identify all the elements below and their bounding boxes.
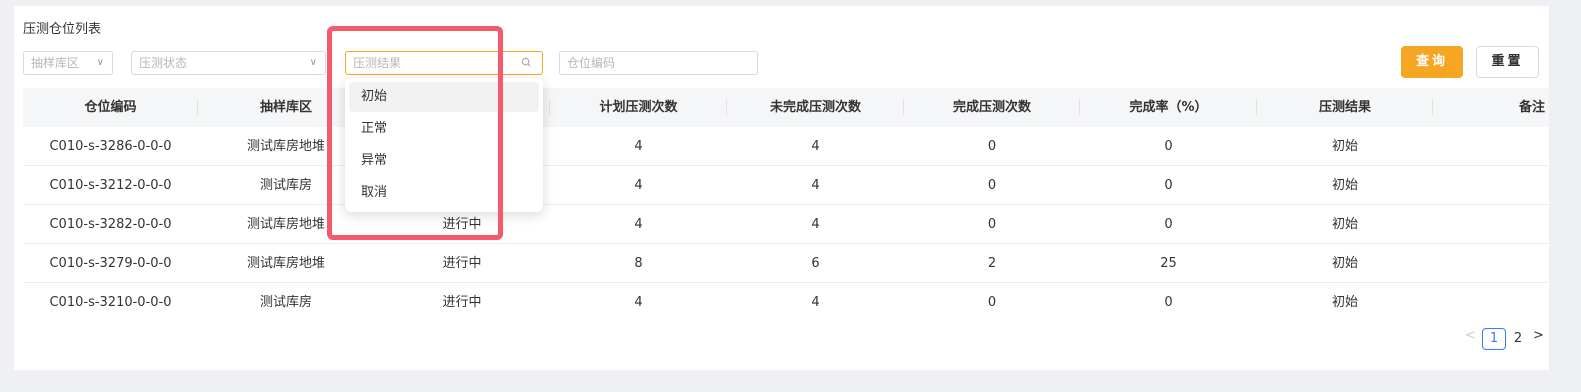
column-header: 压测结果 bbox=[1257, 88, 1433, 127]
pagination-page-2[interactable]: 2 bbox=[1511, 328, 1525, 350]
cell-rate: 0 bbox=[1164, 217, 1173, 232]
cell-rate: 0 bbox=[1164, 139, 1173, 154]
cell-finished: 0 bbox=[987, 178, 997, 193]
cell-unfinished: 4 bbox=[811, 178, 820, 193]
reset-button[interactable]: 重置 bbox=[1476, 46, 1539, 78]
column-header: 完成压测次数 bbox=[904, 88, 1080, 127]
cell-location-code: C010-s-3279-0-0-0 bbox=[49, 256, 172, 271]
column-header: 仓位编码 bbox=[23, 88, 198, 127]
cell-planned: 4 bbox=[634, 139, 643, 154]
cell-location-code: C010-s-3286-0-0-0 bbox=[49, 139, 172, 154]
table-row[interactable]: C010-s-3279-0-0-0 测试库房地堆 进行中 8 6 2 25 初始 bbox=[23, 244, 1549, 283]
pagination-page-current[interactable]: 1 bbox=[1482, 328, 1506, 350]
status-select[interactable]: 压测状态 ∨ bbox=[131, 51, 326, 75]
chevron-down-icon: ∨ bbox=[309, 57, 317, 68]
cell-rate: 25 bbox=[1160, 256, 1177, 271]
cell-finished: 0 bbox=[987, 295, 997, 310]
cell-planned: 4 bbox=[634, 217, 643, 232]
location-code-input[interactable]: 仓位编码 bbox=[559, 51, 758, 75]
status-select-placeholder: 压测状态 bbox=[139, 56, 188, 70]
cell-planned: 4 bbox=[634, 295, 643, 310]
cell-unfinished: 4 bbox=[811, 139, 820, 154]
cell-finished: 2 bbox=[987, 256, 997, 271]
cell-status: 进行中 bbox=[442, 295, 482, 310]
column-header: 计划压测次数 bbox=[550, 88, 727, 127]
area-select[interactable]: 抽样库区 ∨ bbox=[23, 51, 113, 75]
cell-unfinished: 4 bbox=[811, 217, 820, 232]
cell-location-code: C010-s-3282-0-0-0 bbox=[49, 217, 172, 232]
table-row[interactable]: C010-s-3210-0-0-0 测试库房 进行中 4 4 0 0 初始 bbox=[23, 283, 1549, 310]
column-header: 未完成压测次数 bbox=[727, 88, 904, 127]
search-icon bbox=[521, 57, 531, 67]
cell-area: 测试库房地堆 bbox=[246, 256, 325, 271]
cell-location-code: C010-s-3212-0-0-0 bbox=[49, 178, 172, 193]
chevron-down-icon: ∨ bbox=[96, 57, 104, 68]
annotation-highlight-box bbox=[327, 26, 503, 240]
cell-result: 初始 bbox=[1331, 139, 1358, 154]
cell-finished: 0 bbox=[987, 217, 997, 232]
cell-result: 初始 bbox=[1331, 178, 1358, 193]
cell-status: 进行中 bbox=[442, 256, 482, 271]
cell-finished: 0 bbox=[987, 139, 997, 154]
content-panel: 压测仓位列表 抽样库区 ∨ 压测状态 ∨ 压测结果 仓位编码 查询 重置 仓位编… bbox=[14, 6, 1549, 370]
cell-result: 初始 bbox=[1331, 295, 1358, 310]
table-row[interactable]: C010-s-3282-0-0-0 测试库房地堆 进行中 4 4 0 0 初始 bbox=[23, 205, 1549, 244]
page-title: 压测仓位列表 bbox=[23, 22, 102, 37]
table-header: 仓位编码 抽样库区 计划压测次数 未完成压测次数 完成压测次数 完成率（%） 压… bbox=[23, 88, 1549, 127]
table-row[interactable]: C010-s-3212-0-0-0 测试库房 4 4 0 0 初始 bbox=[23, 166, 1549, 205]
cell-area: 测试库房 bbox=[259, 295, 312, 310]
cell-location-code: C010-s-3210-0-0-0 bbox=[49, 295, 172, 310]
column-header: 备注 bbox=[1518, 100, 1545, 115]
cell-planned: 4 bbox=[634, 178, 643, 193]
pagination-prev-button[interactable]: < bbox=[1465, 328, 1476, 343]
column-header: 完成率（%） bbox=[1080, 88, 1257, 127]
cell-planned: 8 bbox=[634, 256, 643, 271]
cell-unfinished: 6 bbox=[811, 256, 820, 271]
cell-result: 初始 bbox=[1331, 256, 1358, 271]
query-button[interactable]: 查询 bbox=[1401, 46, 1463, 78]
location-code-placeholder: 仓位编码 bbox=[567, 56, 616, 70]
cell-rate: 0 bbox=[1164, 295, 1173, 310]
cell-unfinished: 4 bbox=[811, 295, 820, 310]
cell-rate: 0 bbox=[1164, 178, 1173, 193]
pagination-next-button[interactable]: > bbox=[1533, 328, 1544, 343]
table-row[interactable]: C010-s-3286-0-0-0 测试库房地堆 4 4 0 0 初始 bbox=[23, 127, 1549, 166]
cell-result: 初始 bbox=[1331, 217, 1358, 232]
area-select-placeholder: 抽样库区 bbox=[31, 56, 80, 70]
